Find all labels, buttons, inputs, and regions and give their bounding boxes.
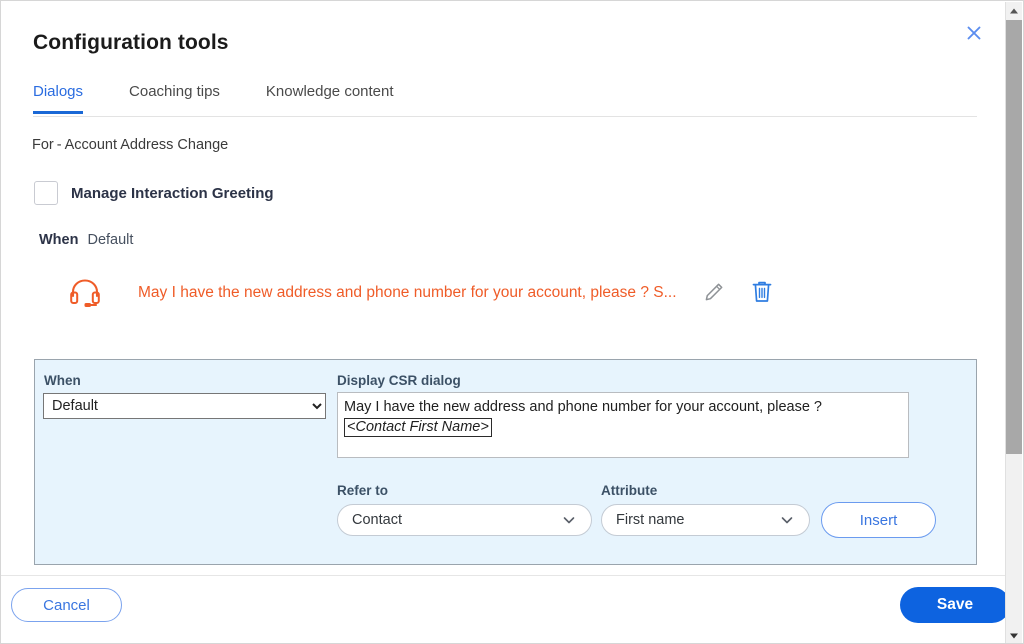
attribute-label: Attribute bbox=[601, 483, 658, 498]
delete-dialog-button[interactable] bbox=[749, 280, 775, 306]
chevron-down-icon bbox=[779, 512, 795, 528]
footer-divider bbox=[1, 575, 1007, 576]
refer-to-label: Refer to bbox=[337, 483, 389, 498]
manage-interaction-greeting-row: Manage Interaction Greeting bbox=[34, 181, 274, 205]
refer-to-value: Contact bbox=[352, 512, 402, 528]
headset-icon bbox=[65, 274, 105, 312]
tab-knowledge-content[interactable]: Knowledge content bbox=[266, 83, 394, 111]
chevron-down-icon bbox=[561, 512, 577, 528]
editor-csr-label: Display CSR dialog bbox=[337, 373, 461, 388]
context-breadcrumb: For - Account Address Change bbox=[32, 137, 228, 153]
insert-button[interactable]: Insert bbox=[821, 502, 936, 538]
greeting-when-summary: When Default bbox=[39, 232, 133, 248]
close-icon bbox=[964, 23, 984, 43]
attribute-select[interactable]: First name bbox=[601, 504, 810, 536]
dialog-row-actions bbox=[701, 280, 775, 306]
close-button[interactable] bbox=[961, 20, 987, 46]
editor-when-label: When bbox=[44, 373, 81, 388]
tab-dialogs[interactable]: Dialogs bbox=[33, 83, 84, 114]
save-button[interactable]: Save bbox=[900, 587, 1010, 623]
trash-icon bbox=[751, 280, 773, 307]
csr-dialog-textarea[interactable]: May I have the new address and phone num… bbox=[337, 392, 909, 458]
greeting-when-label: When bbox=[39, 232, 79, 248]
configuration-tools-dialog: Configuration tools Dialogs Coaching tip… bbox=[0, 0, 1024, 644]
tab-bar: Dialogs Coaching tips Knowledge content bbox=[33, 83, 977, 117]
caret-up-icon[interactable] bbox=[1006, 2, 1022, 19]
pencil-icon bbox=[703, 281, 725, 306]
editor-when-select[interactable]: Default bbox=[43, 393, 326, 419]
manage-interaction-greeting-label: Manage Interaction Greeting bbox=[71, 184, 274, 202]
dialog-editor-panel: When Default Display CSR dialog May I ha… bbox=[34, 359, 977, 565]
greeting-when-value: Default bbox=[87, 232, 134, 248]
scrollbar-thumb[interactable] bbox=[1006, 20, 1022, 454]
page-title: Configuration tools bbox=[33, 31, 229, 54]
dialog-summary-row: May I have the new address and phone num… bbox=[65, 273, 895, 313]
attribute-value: First name bbox=[616, 512, 685, 528]
tab-coaching-tips[interactable]: Coaching tips bbox=[129, 83, 220, 111]
for-label: For bbox=[32, 137, 54, 153]
csr-dialog-token: <Contact First Name> bbox=[344, 418, 492, 437]
vertical-scrollbar[interactable] bbox=[1005, 2, 1022, 643]
caret-down-icon[interactable] bbox=[1006, 627, 1022, 643]
csr-dialog-text: May I have the new address and phone num… bbox=[344, 399, 822, 415]
dialog-summary-text: May I have the new address and phone num… bbox=[138, 284, 677, 301]
manage-interaction-greeting-checkbox[interactable] bbox=[34, 181, 58, 205]
edit-dialog-button[interactable] bbox=[701, 280, 727, 306]
for-value: Account Address Change bbox=[64, 137, 229, 153]
breadcrumb-separator: - bbox=[56, 137, 62, 153]
cancel-button[interactable]: Cancel bbox=[11, 588, 122, 622]
refer-to-select[interactable]: Contact bbox=[337, 504, 592, 536]
